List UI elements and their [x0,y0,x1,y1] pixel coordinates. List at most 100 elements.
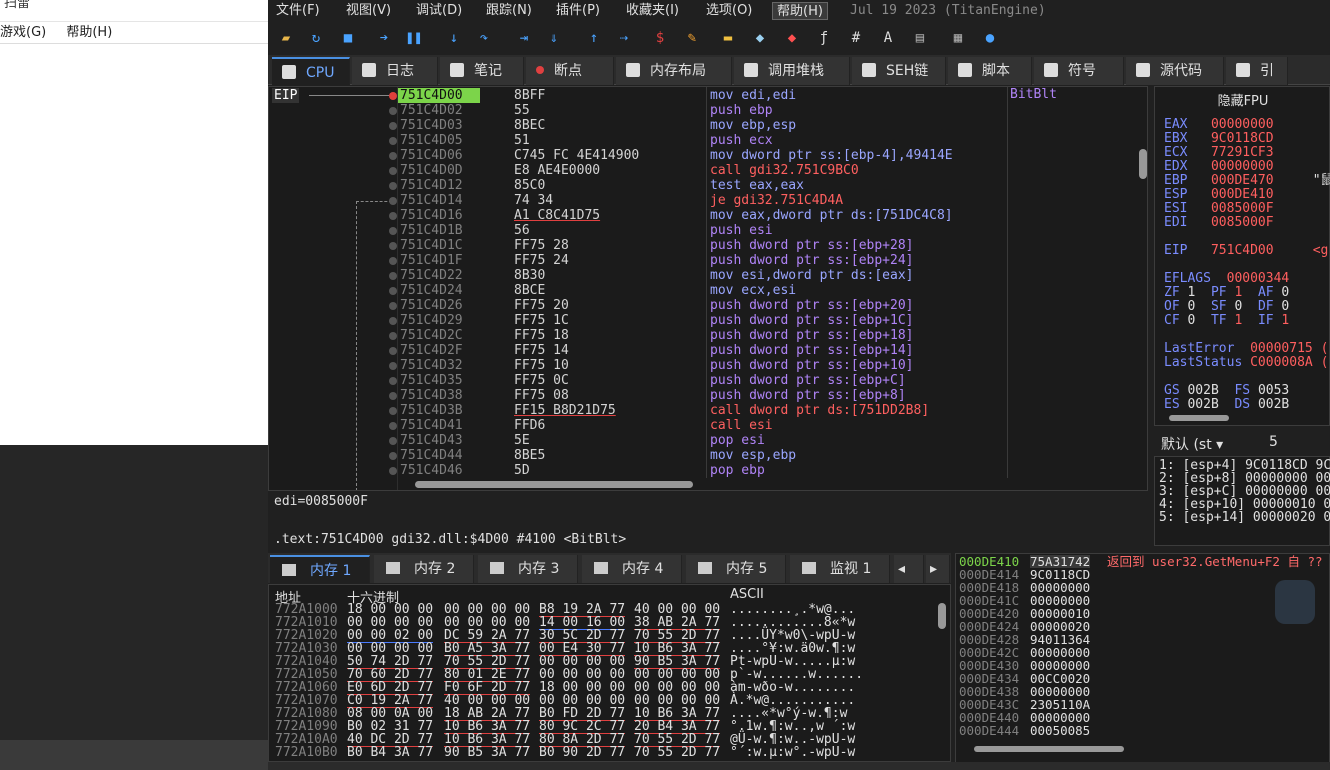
disasm-row[interactable]: 751C4D1B 56 push esi [269,223,1135,238]
breakpoint-dot[interactable] [389,182,397,190]
dump-vscrollbar[interactable] [936,591,948,757]
breakpoint-dot[interactable] [389,377,397,385]
breakpoint-dot[interactable] [389,227,397,235]
disasm-row[interactable]: 751C4D0D E8 AE4E0000 call gdi32.751C9BC0 [269,163,1135,178]
pause-icon[interactable]: ❚❚ [404,28,424,48]
script-icon[interactable]: $ [650,28,670,48]
scroll-thumb[interactable] [938,603,946,629]
tab-notes[interactable]: 笔记 [440,57,524,85]
tab-script[interactable]: 脚本 [948,57,1032,85]
arg-count-spin[interactable]: 5 [1269,434,1278,450]
run-to-user-icon[interactable]: ⇢ [614,28,634,48]
disasm-row[interactable]: 751C4D38 FF75 08 push dword ptr ss:[ebp+8] [269,388,1135,403]
disasm-row[interactable]: 751C4D02 55 push ebp [269,103,1135,118]
disasm-row[interactable]: 751C4D12 85C0 test eax,eax [269,178,1135,193]
disasm-hscrollbar[interactable] [399,478,1134,490]
registers-panel[interactable]: 隐藏FPU EAX 00000000 EBX 9C0118CD ECX 7729… [1154,86,1330,426]
tab-references[interactable]: 引用 [1226,57,1288,107]
regs-hscrollbar[interactable] [1159,413,1327,423]
disasm-row[interactable]: 751C4D3B FF15 B8D21D75 call dword ptr ds:[… [269,403,1135,418]
register-ebp[interactable]: EBP 000DE470 "鼠 [1164,174,1330,188]
breakpoint-dot[interactable] [389,92,397,100]
tab-log[interactable]: 日志 [352,57,438,85]
breakpoint-dot[interactable] [389,362,397,370]
disasm-row[interactable]: 751C4D05 51 push ecx [269,133,1135,148]
breakpoint-dot[interactable] [389,332,397,340]
breakpoint-dot[interactable] [389,212,397,220]
memory-tab-4[interactable]: 内存 4 [582,555,682,583]
breakpoint-dot[interactable] [389,287,397,295]
calculator-icon[interactable]: ▦ [948,28,968,48]
folder-icon[interactable]: ▰ [276,28,296,48]
disasm-row[interactable]: 751C4D24 8BCE mov ecx,esi [269,283,1135,298]
tab-symbol[interactable]: 符号 [1034,57,1124,85]
memory-tab-1[interactable]: 内存 1 [270,555,370,583]
flags-row[interactable]: CF 0 TF 1 IF 1 [1164,314,1305,328]
breakpoint-dot[interactable] [389,167,397,175]
stop-icon[interactable]: ■ [338,28,358,48]
font-icon[interactable]: A [878,28,898,48]
menu-item[interactable]: 视图(V) [342,2,395,20]
register-eflags[interactable]: EFLAGS 00000344 [1164,272,1289,286]
register-ecx[interactable]: ECX 77291CF3 [1164,146,1313,160]
segment-row[interactable]: ES 002B DS 002B [1164,398,1305,412]
disassembly-view[interactable]: EIP BitBlt 751C4D00 8BFF mov edi,edi 751C4D… [268,86,1148,491]
disasm-row[interactable]: 751C4D14 74 34 je gdi32.751C4D4A [269,193,1135,208]
breakpoint-dot[interactable] [389,422,397,430]
breakpoint-dot[interactable] [389,467,397,475]
bg-menu-game[interactable]: 游戏(G) [0,25,46,40]
breakpoint-dot[interactable] [389,107,397,115]
flags-row[interactable]: OF 0 SF 0 DF 0 [1164,300,1305,314]
breakpoint-dot[interactable] [389,437,397,445]
breakpoint-dot[interactable] [389,257,397,265]
tab-call-stack[interactable]: 调用堆栈 [734,57,850,85]
floating-app-icon[interactable] [1275,580,1315,624]
disasm-row[interactable]: 751C4D35 FF75 0C push dword ptr ss:[ebp+C] [269,373,1135,388]
patch-icon[interactable]: ▤ [910,28,930,48]
menu-item[interactable]: 文件(F) [272,2,324,20]
disasm-row[interactable]: 751C4D22 8B30 mov esi,dword ptr ds:[eax] [269,268,1135,283]
arguments-panel[interactable]: 1: [esp+4] 9C0118CD 9C 2: [esp+8] 0000000… [1154,456,1330,546]
disasm-row[interactable]: 751C4D03 8BEC mov ebp,esp [269,118,1135,133]
flags-row[interactable]: ZF 1 PF 1 AF 0 [1164,286,1305,300]
step-into-icon[interactable]: ↓ [444,28,464,48]
bookmark-icon[interactable]: ◆ [782,28,802,48]
run-icon[interactable]: ➔ [374,28,394,48]
register-lasterror[interactable]: LastError 00000715 ( [1164,342,1328,356]
globe-icon[interactable]: ● [980,28,1000,48]
scroll-thumb[interactable] [415,481,693,488]
scroll-thumb[interactable] [1139,149,1147,179]
function-icon[interactable]: ƒ [814,28,834,48]
stack-panel[interactable]: 000DE410 75A31742 返回到 user32.GetMenu+F2 自 … [955,553,1330,765]
register-ebx[interactable]: EBX 9C0118CD [1164,132,1313,146]
breakpoint-dot[interactable] [389,122,397,130]
trace-into-icon[interactable]: ⇥ [514,28,534,48]
breakpoint-dot[interactable] [389,152,397,160]
dump-row[interactable]: 772A10B0 B0 B4 3A 77 90 B5 3A 77 B0 90 2D 7… [275,746,930,759]
memory-tab-3[interactable]: 内存 3 [478,555,578,583]
tab-scroll-right[interactable]: ▸ [926,555,950,583]
tab-seh[interactable]: SEH链 [852,57,946,85]
memory-tab-5[interactable]: 内存 5 [686,555,786,583]
disasm-row[interactable]: 751C4D1C FF75 28 push dword ptr ss:[ebp+28… [269,238,1135,253]
menu-item[interactable]: 调试(D) [412,2,466,20]
tab-breakpoint[interactable]: 断点 [526,57,614,85]
breakpoint-dot[interactable] [389,137,397,145]
restart-icon[interactable]: ↻ [306,28,326,48]
menu-item[interactable]: 帮助(H) [772,2,828,20]
breakpoint-dot[interactable] [389,452,397,460]
disasm-row[interactable]: 751C4D44 8BE5 mov esp,ebp [269,448,1135,463]
pencil-icon[interactable]: ✎ [682,28,702,48]
tab-memory-map[interactable]: 内存布局 [616,57,732,85]
register-laststatus[interactable]: LastStatus C000008A ( [1164,356,1328,370]
register-esi[interactable]: ESI 0085000F [1164,202,1313,216]
breakpoint-dot[interactable] [389,407,397,415]
bg-menu-help[interactable]: 帮助(H) [66,25,112,40]
trace-over-icon[interactable]: ⇓ [544,28,564,48]
breakpoint-dot[interactable] [389,197,397,205]
register-esp[interactable]: ESP 000DE410 [1164,188,1313,202]
register-eip[interactable]: EIP 751C4D00 <g [1164,244,1328,258]
memory-dump[interactable]: 地址 十六进制 ASCII 772A1000 18 00 00 00 00 00 0… [268,584,951,762]
menu-item[interactable]: 插件(P) [552,2,604,20]
disasm-row[interactable]: 751C4D00 8BFF mov edi,edi [269,88,1135,103]
